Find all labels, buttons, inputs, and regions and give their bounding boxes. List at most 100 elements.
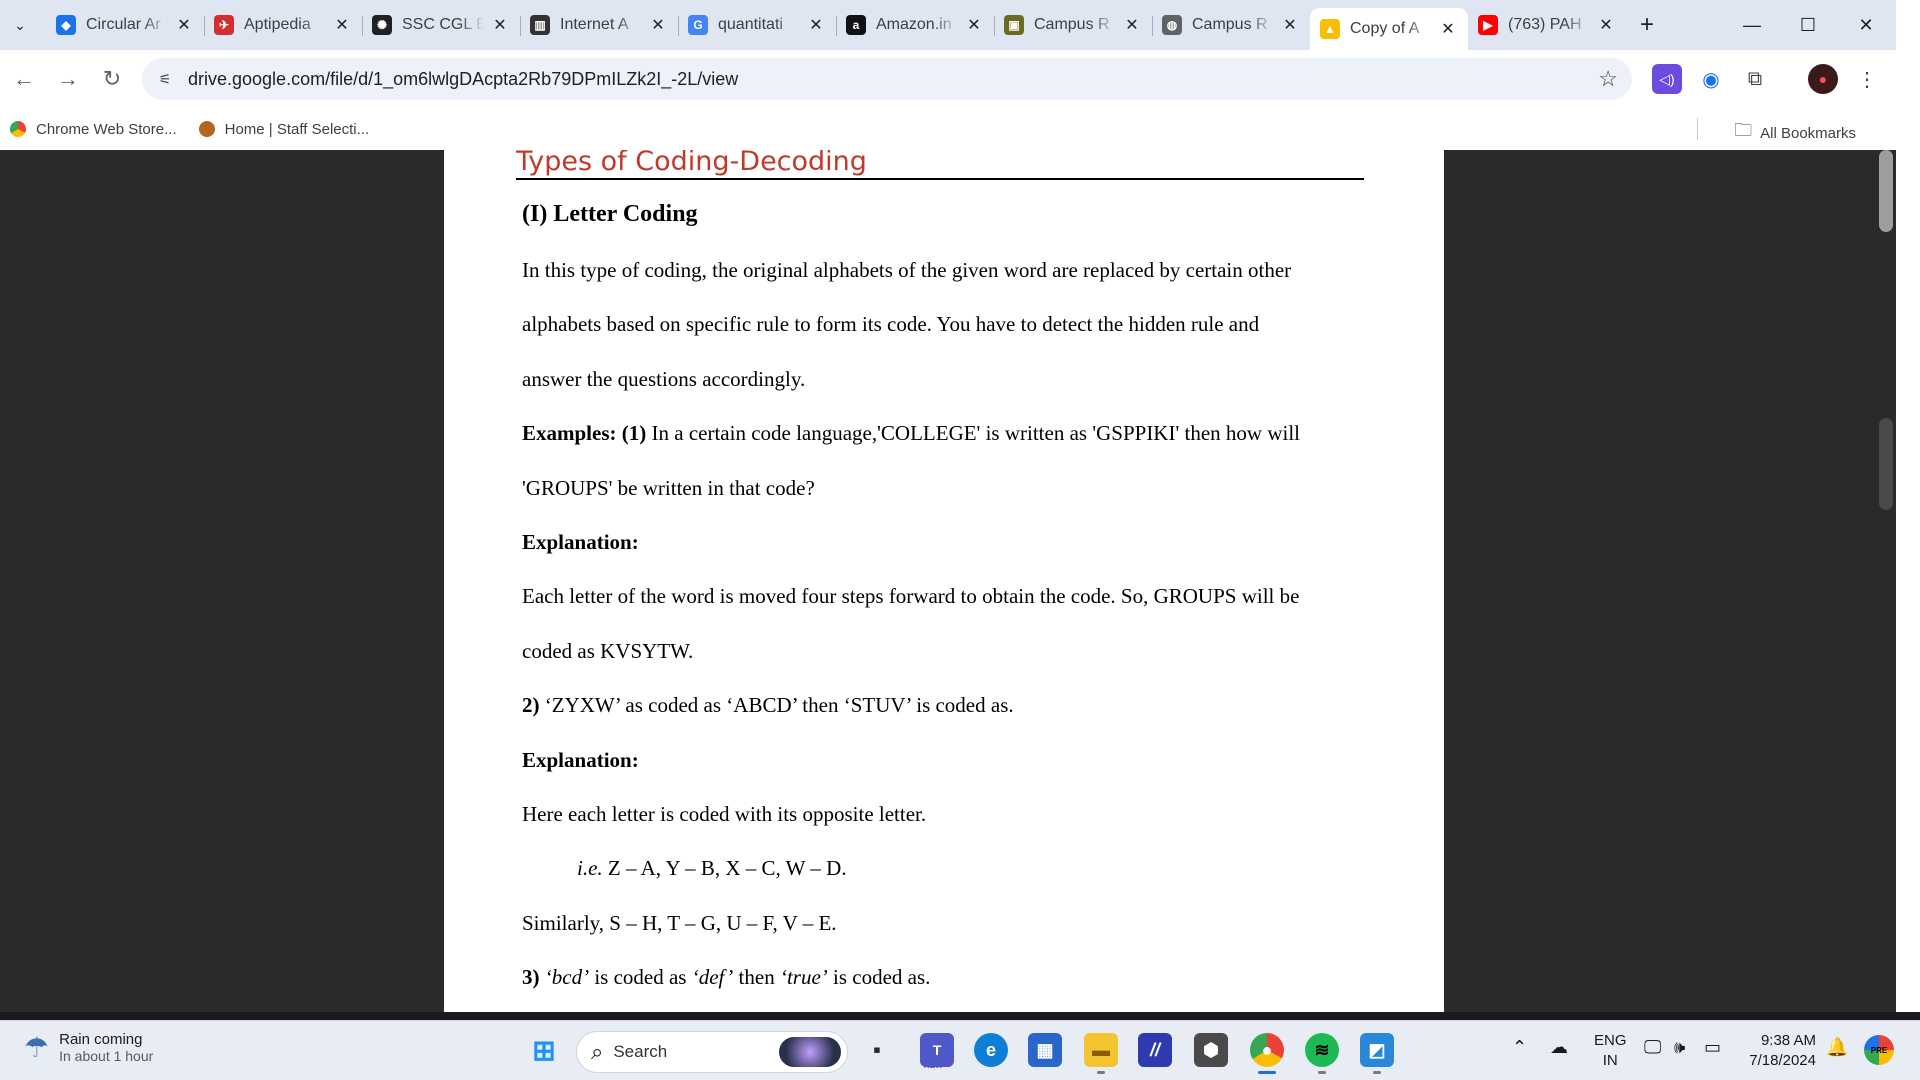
photos-icon[interactable]: ◩: [1360, 1033, 1394, 1067]
weather-subtitle: In about 1 hour: [59, 1048, 154, 1064]
document-heading: Types of Coding-Decoding: [516, 150, 1364, 180]
weather-widget[interactable]: ☂ Rain coming In about 1 hour: [24, 1031, 153, 1064]
running-indicator: [1318, 1071, 1326, 1074]
tab-close-icon[interactable]: ✕: [964, 15, 984, 35]
tab-favicon-icon: ✈: [214, 15, 234, 35]
explanation-label-text: Explanation:: [522, 529, 639, 554]
tab[interactable]: ✈ Aptipedia ✕: [204, 0, 362, 50]
tab[interactable]: ◍ Campus R ✕: [1152, 0, 1310, 50]
store-icon[interactable]: ▦: [1028, 1033, 1062, 1067]
chevron-up-icon[interactable]: ⌃: [1512, 1037, 1527, 1058]
vertical-scrollbar[interactable]: [1876, 150, 1896, 1012]
tab[interactable]: Gquantitati ✕: [678, 0, 836, 50]
running-indicator: [1373, 1071, 1381, 1074]
extension-audio-icon[interactable]: ◁): [1652, 64, 1682, 94]
address-bar[interactable]: ⚟ drive.google.com/file/d/1_om6lwlgDAcpt…: [142, 58, 1632, 100]
ie-text: Z – A, Y – B, X – C, W – D.: [602, 856, 847, 881]
tab[interactable]: ▣ Campus R ✕: [994, 0, 1152, 50]
tab-close-icon[interactable]: ✕: [1122, 15, 1142, 35]
windows-start-icon[interactable]: ⊞: [527, 1033, 561, 1067]
example-text: ‘ZYXW’ as coded as ‘ABCD’ then ‘STUV’ is…: [539, 693, 1014, 718]
tab-close-icon[interactable]: ✕: [174, 15, 194, 35]
tab-favicon-icon: G: [688, 15, 708, 35]
close-window-button[interactable]: ✕: [1838, 0, 1894, 50]
network-icon[interactable]: 🖵: [1644, 1037, 1661, 1058]
tab-close-icon[interactable]: ✕: [1438, 19, 1458, 39]
url-text[interactable]: drive.google.com/file/d/1_om6lwlgDAcpta2…: [188, 69, 738, 90]
bookmark-staff-selection[interactable]: Home | Staff Selecti...: [198, 121, 369, 138]
file-explorer-icon[interactable]: ▬: [1084, 1033, 1118, 1067]
extension-record-icon[interactable]: ◉: [1696, 64, 1726, 94]
maximize-icon: ☐: [1799, 14, 1817, 35]
volume-icon[interactable]: 🕪: [1674, 1037, 1685, 1058]
close-icon: ✕: [1858, 14, 1874, 35]
scrollbar-thumb-top[interactable]: [1879, 150, 1893, 232]
tab-close-icon[interactable]: ✕: [806, 15, 826, 35]
section-title: (I) Letter Coding: [522, 201, 698, 227]
battery-icon[interactable]: ▭: [1704, 1037, 1721, 1058]
cube-app-icon[interactable]: ⬢: [1194, 1033, 1228, 1067]
spotify-icon[interactable]: ≋: [1305, 1033, 1339, 1067]
taskbar: ☂ Rain coming In about 1 hour ⊞ ⌕ Search…: [0, 1020, 1920, 1080]
search-highlight-image: [779, 1037, 841, 1067]
menu-kebab-icon[interactable]: ⋮: [1852, 64, 1882, 94]
document-page: Types of Coding-Decoding (I) Letter Codi…: [444, 150, 1444, 1012]
tab-title: Aptipedia: [244, 16, 311, 33]
document-viewer[interactable]: Types of Coding-Decoding (I) Letter Codi…: [0, 150, 1896, 1012]
bookmark-star-icon[interactable]: ☆: [1598, 66, 1618, 92]
tab-close-icon[interactable]: ✕: [648, 15, 668, 35]
bookmark-chrome-web-store[interactable]: Chrome Web Store...: [10, 121, 177, 138]
tab-favicon-icon: a: [846, 15, 866, 35]
tab[interactable]: a Amazon.in ✕: [836, 0, 994, 50]
tab-close-icon[interactable]: ✕: [1280, 15, 1300, 35]
arrow-left-icon: ←: [13, 66, 35, 91]
tab[interactable]: ▥ Internet A ✕: [520, 0, 678, 50]
reload-button[interactable]: ↻: [92, 59, 132, 99]
quoted-term: ‘def’: [691, 965, 734, 990]
bookmarks-divider: [1697, 118, 1698, 140]
tab-favicon-icon: ▶: [1478, 15, 1498, 35]
all-bookmarks-button[interactable]: 🗀 All Bookmarks: [1734, 118, 1856, 148]
back-button[interactable]: ←: [4, 59, 44, 99]
notification-bell-icon[interactable]: 🔔: [1826, 1037, 1848, 1058]
edge-icon[interactable]: e: [974, 1033, 1008, 1067]
maximize-button[interactable]: ☐: [1780, 0, 1836, 50]
bookmarks-bar: Chrome Web Store... Home | Staff Selecti…: [0, 108, 1896, 150]
language-indicator[interactable]: ENG IN: [1594, 1031, 1627, 1071]
example-label: 2): [522, 693, 540, 718]
tab[interactable]: ◆ Circular Ar ✕: [46, 0, 204, 50]
tab-close-icon[interactable]: ✕: [332, 15, 352, 35]
cloud-offline-icon[interactable]: ☁: [1550, 1037, 1568, 1058]
tab[interactable]: ✺ SSC CGL E ✕: [362, 0, 520, 50]
tune-icon: ⚟: [158, 70, 172, 87]
search-icon: ⌕: [591, 1039, 604, 1064]
tab-title: Copy of A: [1350, 20, 1420, 37]
toolbar: ← → ↻ ⚟ drive.google.com/file/d/1_om6lwl…: [0, 50, 1896, 108]
tab-favicon-icon: ◆: [56, 15, 76, 35]
extensions-puzzle-icon[interactable]: ⧉: [1740, 64, 1770, 94]
tab-close-icon[interactable]: ✕: [490, 15, 510, 35]
site-info-button[interactable]: ⚟: [150, 64, 180, 94]
tab[interactable]: ▶ (763) PAH ✕: [1468, 0, 1626, 50]
explanation-label-text: Explanation:: [522, 747, 639, 772]
scrollbar-thumb[interactable]: [1879, 418, 1893, 510]
tab[interactable]: ▲ Copy of A ✕: [1310, 8, 1468, 50]
app-icon[interactable]: //: [1138, 1033, 1172, 1067]
tab-strip: ⌄ ◆ Circular Ar ✕ ✈ Aptipedia ✕ ✺ SSC CGL E ✕ ▥ In…: [0, 0, 1896, 50]
intro-line: alphabets based on specific rule to form…: [522, 312, 1260, 337]
copilot-icon[interactable]: PRE: [1864, 1035, 1894, 1065]
tab-close-icon[interactable]: ✕: [1596, 15, 1616, 35]
tab-title: Circular Ar: [86, 16, 161, 33]
chrome-icon[interactable]: ●: [1250, 1033, 1284, 1067]
tab-favicon-icon: ▲: [1320, 19, 1340, 39]
taskbar-search[interactable]: ⌕ Search: [576, 1031, 848, 1073]
forward-button[interactable]: →: [48, 59, 88, 99]
clock[interactable]: 9:38 AM 7/18/2024: [1749, 1031, 1816, 1071]
new-tab-button[interactable]: +: [1630, 8, 1664, 42]
example-label: Examples: (1): [522, 421, 647, 446]
task-view-icon[interactable]: ▪: [860, 1033, 894, 1067]
profile-avatar[interactable]: ●: [1808, 64, 1838, 94]
intro-line: answer the questions accordingly.: [522, 366, 806, 391]
tab-search-button[interactable]: ⌄: [2, 7, 38, 43]
minimize-button[interactable]: —: [1724, 0, 1780, 50]
